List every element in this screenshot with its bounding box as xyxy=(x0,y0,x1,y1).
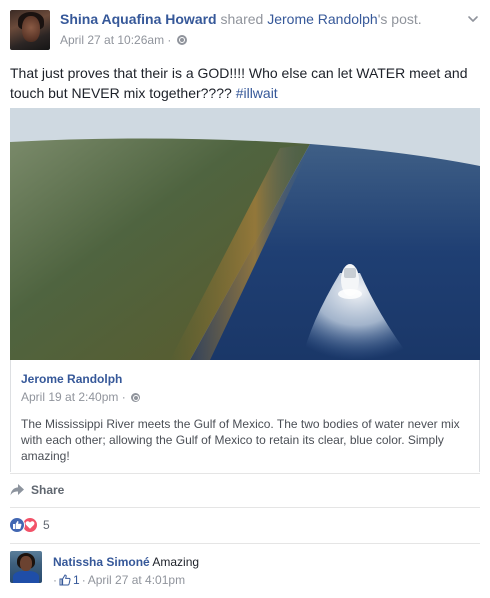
hashtag-link[interactable]: #illwait xyxy=(236,85,278,101)
post-timestamp[interactable]: April 27 at 10:26am xyxy=(60,33,164,47)
divider xyxy=(10,473,480,474)
post-header: Shina Aquafina Howard shared Jerome Rand… xyxy=(10,8,480,52)
commenter-avatar[interactable] xyxy=(10,551,42,583)
globe-icon[interactable] xyxy=(176,35,187,45)
shared-post-image[interactable] xyxy=(10,108,480,360)
chevron-down-icon[interactable] xyxy=(466,12,480,26)
author-name-link[interactable]: Shina Aquafina Howard xyxy=(60,11,217,27)
shared-text: shared xyxy=(216,11,268,27)
share-button[interactable]: Share xyxy=(10,479,64,501)
shared-post-timestamp[interactable]: April 19 at 2:40pm xyxy=(21,390,118,404)
divider xyxy=(10,507,480,508)
comment-text: Amazing xyxy=(152,555,200,569)
shared-suffix: 's post. xyxy=(377,11,422,27)
post-meta: April 27 at 10:26am · xyxy=(60,33,187,47)
meta-separator: · xyxy=(164,33,175,47)
comment-timestamp[interactable]: April 27 at 4:01pm xyxy=(88,573,185,587)
shared-post-card[interactable]: Jerome Randolph April 19 at 2:40pm · The… xyxy=(10,108,480,508)
comment-meta-separator: · xyxy=(81,573,86,587)
shared-post-caption: The Mississippi River meets the Gulf of … xyxy=(21,417,460,463)
reactions-summary[interactable]: 5 xyxy=(9,516,50,534)
share-label: Share xyxy=(31,483,65,497)
thumbs-up-icon[interactable] xyxy=(59,574,71,586)
comment-line: Natissha Simoné Amazing xyxy=(53,555,199,569)
share-arrow-icon xyxy=(10,484,24,496)
meta-prefix: · xyxy=(53,573,57,587)
divider xyxy=(10,543,480,544)
like-icon xyxy=(9,517,25,533)
post-text: That just proves that their is a GOD!!!!… xyxy=(10,63,480,103)
author-avatar[interactable] xyxy=(10,10,50,50)
reaction-count[interactable]: 5 xyxy=(43,518,50,532)
comment-item: Natissha Simoné Amazing · 1 · April 27 a… xyxy=(10,551,480,593)
globe-icon[interactable] xyxy=(131,393,141,402)
comment-like-count[interactable]: 1 xyxy=(73,573,80,587)
shared-meta-separator: · xyxy=(118,390,130,404)
shared-post-author[interactable]: Jerome Randolph xyxy=(21,372,122,386)
shared-author-link[interactable]: Jerome Randolph xyxy=(267,11,378,27)
commenter-name-link[interactable]: Natissha Simoné xyxy=(53,555,150,569)
shared-post-meta: April 19 at 2:40pm · xyxy=(21,390,141,404)
comment-meta: · 1 · April 27 at 4:01pm xyxy=(53,573,185,587)
shared-post-body: Jerome Randolph April 19 at 2:40pm · The… xyxy=(10,360,480,472)
post-header-title: Shina Aquafina Howard shared Jerome Rand… xyxy=(60,11,422,27)
